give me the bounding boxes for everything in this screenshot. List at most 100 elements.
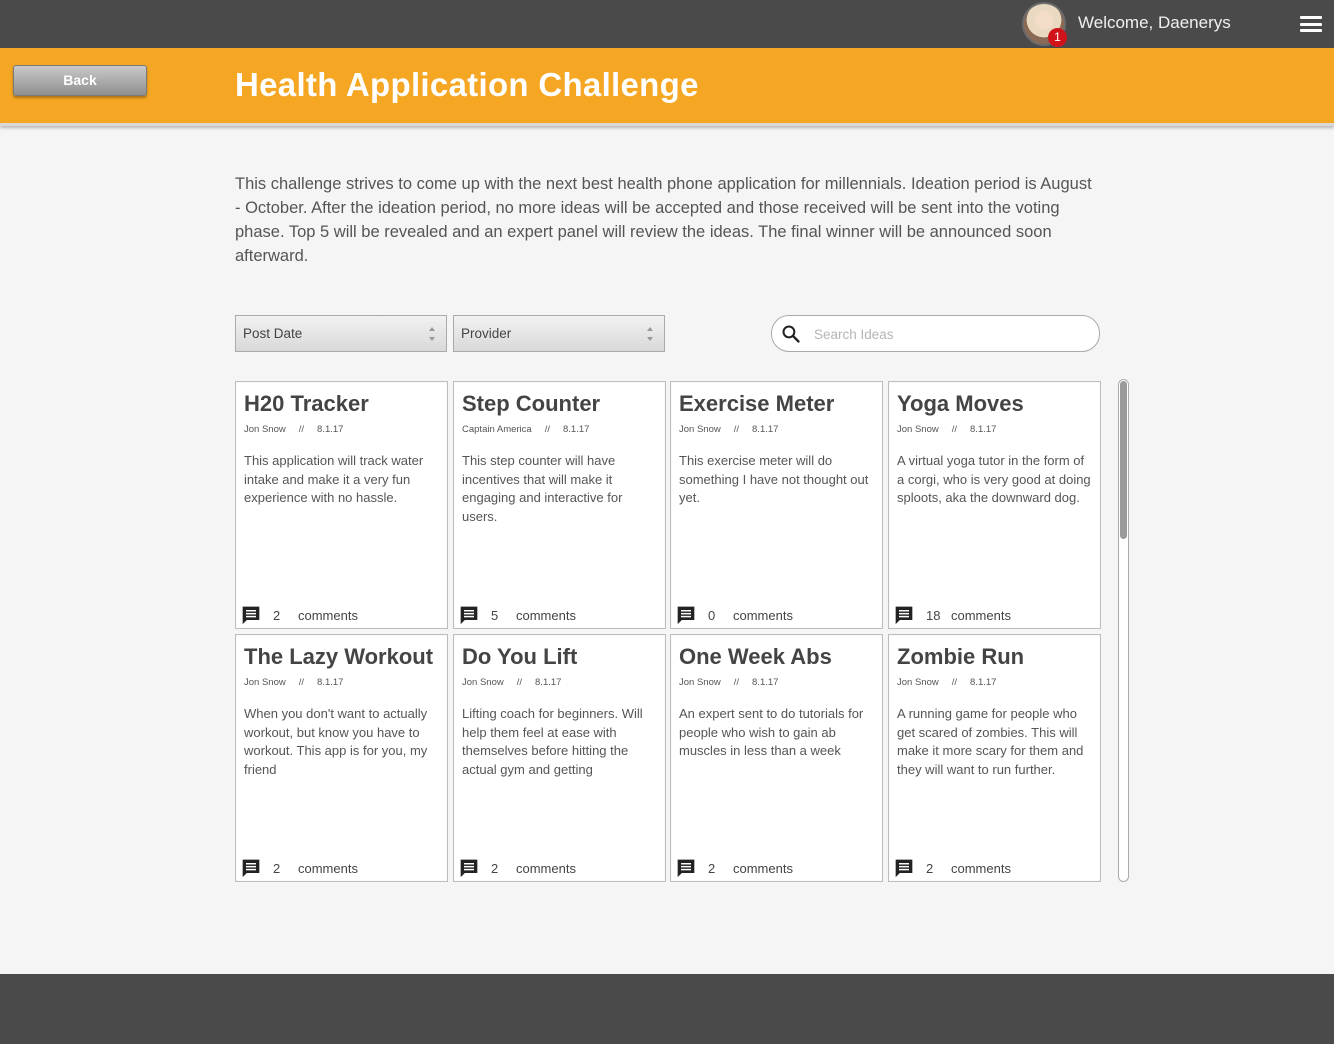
comments-label: comments	[298, 860, 358, 876]
meta-separator: //	[516, 677, 523, 688]
sort-dropdown[interactable]: Post Date	[235, 315, 447, 352]
idea-meta: Jon Snow // 8.1.17	[462, 677, 657, 688]
idea-card[interactable]: Yoga Moves Jon Snow // 8.1.17 A virtual yo…	[888, 381, 1101, 629]
comment-icon[interactable]	[894, 605, 914, 625]
meta-separator: //	[298, 424, 305, 435]
idea-comments[interactable]: 2 comments	[676, 857, 793, 879]
comment-icon[interactable]	[459, 858, 479, 878]
idea-meta: Jon Snow // 8.1.17	[244, 677, 439, 688]
comment-icon[interactable]	[459, 605, 479, 625]
idea-card[interactable]: Exercise Meter Jon Snow // 8.1.17 This exe…	[670, 381, 883, 629]
idea-comments[interactable]: 18 comments	[894, 604, 1011, 626]
idea-meta: Jon Snow // 8.1.17	[897, 677, 1092, 688]
idea-meta: Captain America // 8.1.17	[462, 424, 657, 435]
comment-count: 18	[926, 607, 941, 623]
comment-icon[interactable]	[894, 858, 914, 878]
idea-comments[interactable]: 0 comments	[676, 604, 793, 626]
idea-date: 8.1.17	[317, 424, 344, 435]
comment-count: 2	[926, 860, 934, 876]
comments-label: comments	[733, 860, 793, 876]
comments-label: comments	[298, 607, 358, 623]
idea-author: Jon Snow	[679, 424, 721, 435]
idea-comments[interactable]: 2 comments	[241, 604, 358, 626]
idea-author: Jon Snow	[897, 677, 939, 688]
hamburger-menu-icon[interactable]	[1300, 16, 1322, 32]
comments-label: comments	[516, 860, 576, 876]
dropdown-arrows-icon	[429, 325, 437, 343]
comment-icon[interactable]	[676, 858, 696, 878]
idea-author: Captain America	[462, 424, 532, 435]
search-icon[interactable]	[781, 324, 801, 344]
meta-separator: //	[733, 677, 740, 688]
comment-icon[interactable]	[241, 858, 261, 878]
comment-count: 0	[708, 607, 716, 623]
provider-dropdown-value: Provider	[461, 326, 512, 341]
idea-description: This exercise meter will do something I …	[679, 453, 869, 505]
meta-separator: //	[951, 424, 958, 435]
meta-separator: //	[544, 424, 550, 435]
idea-date: 8.1.17	[562, 424, 590, 435]
comment-icon[interactable]	[676, 605, 696, 625]
comment-count: 2	[273, 607, 281, 623]
sort-dropdown-value: Post Date	[243, 326, 303, 341]
idea-date: 8.1.17	[752, 424, 779, 435]
footer-bar	[0, 974, 1334, 1044]
idea-comments[interactable]: 2 comments	[459, 857, 576, 879]
challenge-description: This challenge strives to come up with t…	[235, 175, 1092, 265]
idea-card[interactable]: The Lazy Workout Jon Snow // 8.1.17 When y…	[235, 634, 448, 882]
idea-title[interactable]: The Lazy Workout	[244, 644, 439, 670]
idea-title[interactable]: Zombie Run	[897, 644, 1092, 670]
idea-card[interactable]: Step Counter Captain America // 8.1.17 Thi…	[453, 381, 666, 629]
idea-meta: Jon Snow // 8.1.17	[244, 424, 439, 435]
idea-title[interactable]: Do You Lift	[462, 644, 657, 670]
idea-meta: Jon Snow // 8.1.17	[679, 424, 874, 435]
top-bar: 1 Welcome, Daenerys	[0, 0, 1334, 48]
comment-count: 2	[491, 860, 499, 876]
idea-author: Jon Snow	[897, 424, 939, 435]
ideas-grid: H20 Tracker Jon Snow // 8.1.17 This applic…	[235, 381, 1101, 883]
idea-author: Jon Snow	[244, 677, 286, 688]
meta-separator: //	[951, 677, 958, 688]
idea-description: A virtual yoga tutor in the form of a co…	[897, 453, 1091, 505]
idea-title[interactable]: One Week Abs	[679, 644, 874, 670]
idea-title[interactable]: Exercise Meter	[679, 391, 874, 417]
search-input[interactable]	[814, 324, 1084, 344]
comment-icon[interactable]	[241, 605, 261, 625]
back-button[interactable]: Back	[13, 65, 147, 96]
idea-date: 8.1.17	[970, 424, 997, 435]
page-title: Health Application Challenge	[235, 66, 699, 103]
notification-badge[interactable]: 1	[1048, 28, 1067, 47]
idea-comments[interactable]: 2 comments	[894, 857, 1011, 879]
idea-date: 8.1.17	[752, 677, 779, 688]
idea-description: This application will track water intake…	[244, 453, 424, 505]
comment-count: 2	[273, 860, 281, 876]
idea-comments[interactable]: 2 comments	[241, 857, 358, 879]
idea-description: A running game for people who get scared…	[897, 706, 1084, 777]
provider-dropdown[interactable]: Provider	[453, 315, 665, 352]
idea-card[interactable]: H20 Tracker Jon Snow // 8.1.17 This applic…	[235, 381, 448, 629]
scrollbar-thumb[interactable]	[1120, 381, 1127, 539]
comments-label: comments	[516, 607, 576, 623]
search-box	[771, 315, 1100, 352]
idea-card[interactable]: Zombie Run Jon Snow // 8.1.17 A running ga…	[888, 634, 1101, 882]
idea-date: 8.1.17	[535, 677, 562, 688]
idea-meta: Jon Snow // 8.1.17	[897, 424, 1092, 435]
idea-description: Lifting coach for beginners. Will help t…	[462, 706, 643, 777]
idea-card[interactable]: Do You Lift Jon Snow // 8.1.17 Lifting coa…	[453, 634, 666, 882]
idea-date: 8.1.17	[970, 677, 997, 688]
comment-count: 5	[491, 607, 499, 623]
idea-description: This step counter will have incentives t…	[462, 453, 623, 524]
scrollbar[interactable]	[1118, 379, 1129, 882]
idea-author: Jon Snow	[462, 677, 504, 688]
idea-title[interactable]: Yoga Moves	[897, 391, 1092, 417]
comments-label: comments	[733, 607, 793, 623]
idea-description: When you don't want to actually workout,…	[244, 706, 428, 777]
idea-title[interactable]: Step Counter	[462, 391, 657, 417]
idea-card[interactable]: One Week Abs Jon Snow // 8.1.17 An expert …	[670, 634, 883, 882]
comments-label: comments	[951, 860, 1011, 876]
idea-title[interactable]: H20 Tracker	[244, 391, 439, 417]
welcome-text: Welcome, Daenerys	[1078, 13, 1231, 32]
comment-count: 2	[708, 860, 716, 876]
challenge-header: Back Health Application Challenge	[0, 48, 1334, 126]
idea-comments[interactable]: 5 comments	[459, 604, 576, 626]
